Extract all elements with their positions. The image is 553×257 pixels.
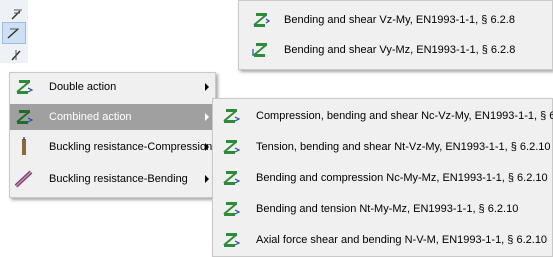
column-icon xyxy=(14,137,34,157)
menu-item-double-action[interactable]: Double action xyxy=(10,74,215,100)
menu-item-buckling-compression[interactable]: Buckling resistance-Compression xyxy=(10,134,215,160)
menu-item-label: Double action xyxy=(49,81,117,93)
submenu-arrow-icon xyxy=(205,83,209,91)
section-check-icon xyxy=(14,77,34,97)
menu-item-label: Compression, bending and shear Nc-Vz-My,… xyxy=(256,110,553,122)
toolbar-strip xyxy=(0,0,28,63)
menu-item-label: Bending and shear Vy-Mz, EN1993-1-1, § 6… xyxy=(284,44,516,56)
section-check-icon xyxy=(221,199,241,219)
menu-item-bending-shear-vy-mz[interactable]: Bending and shear Vy-Mz, EN1993-1-1, § 6… xyxy=(239,37,552,63)
section-check-icon xyxy=(221,168,241,188)
menu-item-bending-shear-vz-my[interactable]: Bending and shear Vz-My, EN1993-1-1, § 6… xyxy=(239,7,552,33)
submenu-arrow-icon xyxy=(205,113,209,121)
menu-item-label: Combined action xyxy=(49,111,132,123)
menu-item-nt-vz-my[interactable]: Tension, bending and shear Nt-Vz-My, EN1… xyxy=(213,134,552,160)
beam-buckling-icon xyxy=(14,169,34,189)
check-type-menu: Double action Combined action Buckling r… xyxy=(9,72,216,198)
submenu-arrow-icon xyxy=(205,175,209,183)
menu-item-nt-my-mz[interactable]: Bending and tension Nt-My-Mz, EN1993-1-1… xyxy=(213,196,552,222)
menu-item-label: Axial force shear and bending N-V-M, EN1… xyxy=(256,234,548,246)
menu-item-buckling-bending[interactable]: Buckling resistance-Bending xyxy=(10,166,215,192)
section-check-icon xyxy=(221,106,241,126)
combined-action-submenu: Compression, bending and shear Nc-Vz-My,… xyxy=(212,98,553,257)
menu-item-label: Buckling resistance-Bending xyxy=(49,173,188,185)
menu-item-label: Bending and compression Nc-My-Mz, EN1993… xyxy=(256,172,548,184)
menu-item-combined-action[interactable]: Combined action xyxy=(10,104,215,130)
menu-item-label: Bending and shear Vz-My, EN1993-1-1, § 6… xyxy=(284,14,515,26)
beam-arrow-selected-icon[interactable] xyxy=(2,22,26,44)
submenu-arrow-icon xyxy=(205,143,209,151)
menu-item-label: Bending and tension Nt-My-Mz, EN1993-1-1… xyxy=(256,203,519,215)
double-action-submenu: Bending and shear Vz-My, EN1993-1-1, § 6… xyxy=(238,0,553,70)
section-check-icon xyxy=(14,107,34,127)
beam-arrow-icon[interactable] xyxy=(7,5,23,21)
menu-item-nc-my-mz[interactable]: Bending and compression Nc-My-Mz, EN1993… xyxy=(213,165,552,191)
section-check-icon xyxy=(251,10,271,30)
section-check-icon xyxy=(221,230,241,250)
menu-item-label: Tension, bending and shear Nt-Vz-My, EN1… xyxy=(256,141,551,153)
beam-load-icon[interactable] xyxy=(7,46,23,62)
menu-item-n-v-m[interactable]: Axial force shear and bending N-V-M, EN1… xyxy=(213,227,552,253)
menu-item-nc-vz-my[interactable]: Compression, bending and shear Nc-Vz-My,… xyxy=(213,103,553,129)
menu-item-label: Buckling resistance-Compression xyxy=(49,141,213,153)
section-check-icon xyxy=(251,40,271,60)
section-check-icon xyxy=(221,137,241,157)
